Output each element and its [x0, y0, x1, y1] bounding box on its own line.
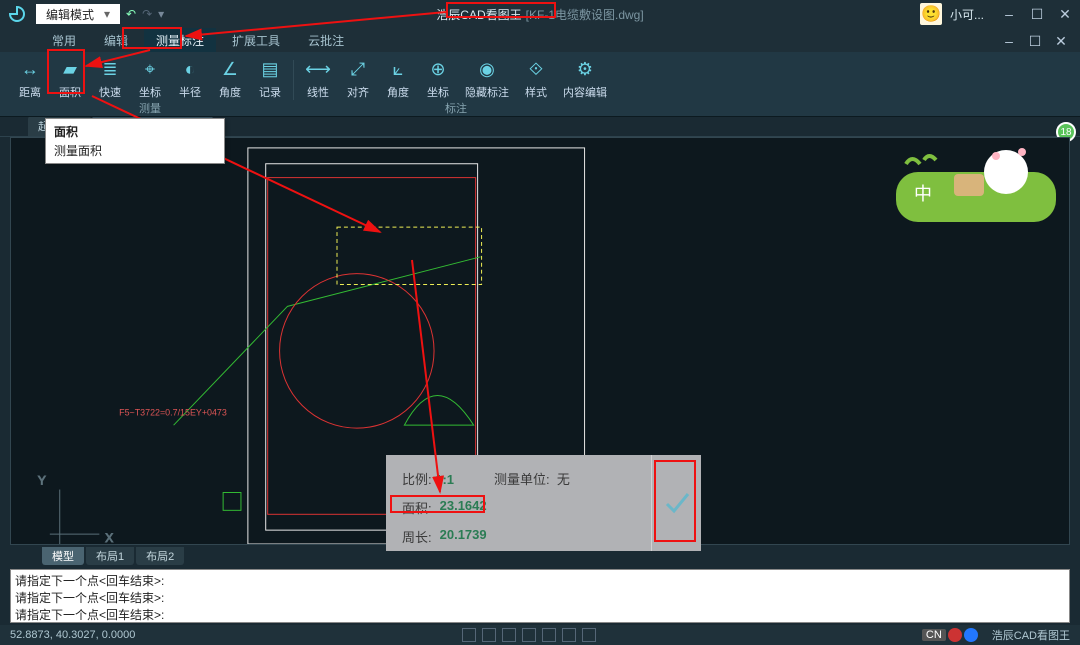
btn-align[interactable]: ⤢对齐 [340, 54, 376, 102]
area-label: 面积: [402, 498, 432, 517]
confirm-measure-button[interactable] [651, 455, 701, 551]
app-title: 浩辰CAD看图王 [436, 6, 521, 23]
scale-value: 1:1 [435, 472, 454, 487]
ribbon-close-icon[interactable]: ✕ [1050, 30, 1072, 52]
area-tooltip: 面积 测量面积 [45, 118, 225, 164]
perimeter-label: 周长: [402, 527, 432, 546]
style-icon: ⟐ [523, 56, 549, 82]
tab-layout1[interactable]: 布局1 [86, 547, 134, 565]
perimeter-value: 20.1739 [440, 527, 487, 546]
svg-text:X: X [105, 531, 113, 544]
btn-angle[interactable]: ∠角度 [212, 54, 248, 102]
ribbon-min-icon[interactable]: – [998, 30, 1020, 52]
angle2-icon: ⟀ [385, 56, 411, 82]
user-name[interactable]: 小可... [950, 6, 984, 23]
align-icon: ⤢ [345, 56, 371, 82]
menu-measure-annotate[interactable]: 测量标注 [144, 28, 216, 52]
linear-icon: ⟷ [305, 56, 331, 82]
lang-indicator[interactable]: CN [922, 628, 978, 642]
btn-angle2[interactable]: ⟀角度 [380, 54, 416, 102]
redo-icon[interactable]: ↷ [142, 7, 152, 21]
hide-icon: ◉ [474, 56, 500, 82]
unit-value: 无 [557, 472, 570, 487]
btn-distance[interactable]: ↔距离 [12, 54, 48, 102]
quick-icon: ≣ [97, 56, 123, 82]
btn-record[interactable]: ▤记录 [252, 54, 288, 102]
edit-icon: ⚙ [572, 56, 598, 82]
group-measure-label: 测量 [6, 100, 294, 116]
tooltip-desc: 测量面积 [54, 142, 216, 159]
tab-layout2[interactable]: 布局2 [136, 547, 184, 565]
btn-hide-annot[interactable]: ◉隐藏标注 [460, 54, 514, 102]
mode-label: 编辑模式 [46, 6, 94, 23]
dropdown-icon: ▾ [104, 7, 110, 21]
assistant-cartoon: 中 [896, 142, 1056, 222]
undo-icon[interactable]: ↶ [126, 7, 136, 21]
measure-result-panel: 比例: 1:1 测量单位: 无 面积: 23.1642 周长: 20.1739 [386, 455, 701, 551]
btn-style[interactable]: ⟐样式 [518, 54, 554, 102]
menu-cloud-annot[interactable]: 云批注 [296, 28, 356, 52]
area-value: 23.1642 [440, 498, 487, 517]
coord-icon: ⌖ [137, 56, 163, 82]
unit-label: 测量单位: [494, 472, 550, 487]
cmd-line: 请指定下一个点<回车结束>: [15, 589, 1065, 606]
command-window[interactable]: 请指定下一个点<回车结束>: 请指定下一个点<回车结束>: 请指定下一个点<回车… [10, 569, 1070, 623]
status-toggle-icons[interactable] [462, 628, 596, 642]
menu-edit[interactable]: 编辑 [92, 28, 140, 52]
status-coords: 52.8873, 40.3027, 0.0000 [10, 629, 135, 641]
svg-text:Y: Y [38, 474, 46, 488]
user-avatar[interactable]: 🙂 [920, 3, 942, 25]
svg-text:中: 中 [914, 184, 932, 204]
record-icon: ▤ [257, 56, 283, 82]
cmd-line: 请指定下一个点<回车结束>: [15, 606, 1065, 623]
area-icon: ▰ [57, 56, 83, 82]
cmd-line: 请指定下一个点<回车结束>: [15, 572, 1065, 589]
qat-dropdown-icon[interactable]: ▾ [158, 7, 164, 21]
radius-icon: ◐ [177, 56, 203, 82]
app-logo [4, 1, 30, 27]
file-name: [KF-1电缆敷设图.dwg] [526, 6, 644, 23]
mode-selector[interactable]: 编辑模式 ▾ [36, 4, 120, 24]
btn-content-edit[interactable]: ⚙内容编辑 [558, 54, 612, 102]
menu-common[interactable]: 常用 [40, 28, 88, 52]
group-annot-label: 标注 [294, 100, 618, 116]
maximize-button[interactable]: ☐ [1026, 3, 1048, 25]
btn-quick[interactable]: ≣快速 [92, 54, 128, 102]
scale-label: 比例: [402, 472, 432, 487]
btn-linear[interactable]: ⟷线性 [300, 54, 336, 102]
minimize-button[interactable]: – [998, 3, 1020, 25]
btn-coord[interactable]: ⌖坐标 [132, 54, 168, 102]
status-brand: 浩辰CAD看图王 [992, 627, 1070, 643]
angle-icon: ∠ [217, 56, 243, 82]
btn-coord2[interactable]: ⊕坐标 [420, 54, 456, 102]
distance-icon: ↔ [17, 56, 43, 82]
coord2-icon: ⊕ [425, 56, 451, 82]
btn-area[interactable]: ▰面积 [52, 54, 88, 102]
canvas-annotation-text: F5~T3722=0.7/15EY+0473 [119, 407, 227, 417]
tooltip-title: 面积 [54, 123, 216, 140]
btn-radius[interactable]: ◐半径 [172, 54, 208, 102]
ribbon-restore-icon[interactable]: ☐ [1024, 30, 1046, 52]
menu-tools[interactable]: 扩展工具 [220, 28, 292, 52]
close-button[interactable]: ✕ [1054, 3, 1076, 25]
tab-model[interactable]: 模型 [42, 547, 84, 565]
